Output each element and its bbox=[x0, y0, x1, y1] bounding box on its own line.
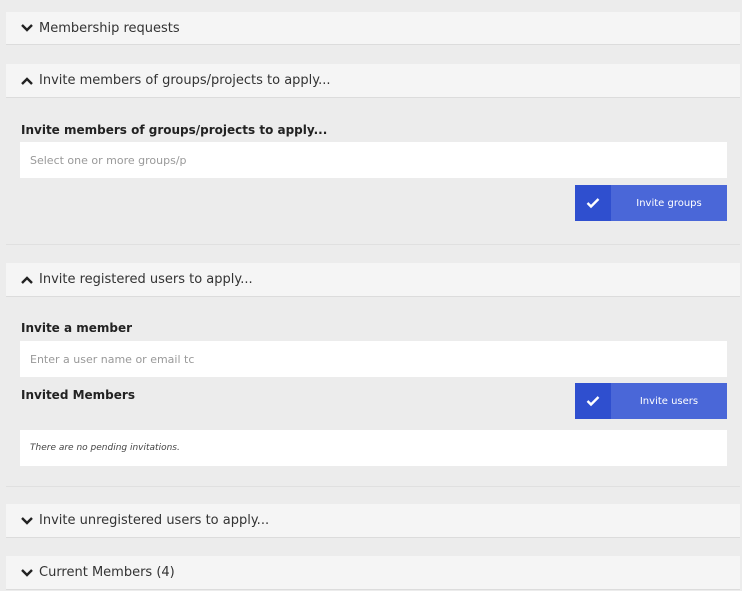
membership-requests-header[interactable]: Membership requests bbox=[6, 12, 740, 45]
groups-search-input[interactable] bbox=[20, 142, 727, 178]
chevron-down-icon bbox=[21, 24, 33, 32]
invite-groups-label: Invite members of groups/projects to app… bbox=[21, 123, 328, 137]
empty-state-text: There are no pending invitations. bbox=[30, 443, 180, 453]
pending-invitations-list: There are no pending invitations. bbox=[20, 430, 727, 466]
section-title: Invite members of groups/projects to app… bbox=[39, 73, 331, 88]
chevron-down-icon bbox=[21, 568, 33, 577]
section-title: Membership requests bbox=[39, 20, 180, 36]
invite-groups-header[interactable]: Invite members of groups/projects to app… bbox=[6, 64, 740, 98]
chevron-up-icon bbox=[21, 275, 33, 284]
user-search-input[interactable] bbox=[20, 341, 727, 377]
invite-registered-body: Invite a member Invited Members Invite u… bbox=[6, 297, 740, 487]
invite-groups-button-label: Invite groups bbox=[636, 197, 702, 209]
checkmark-icon bbox=[575, 185, 611, 221]
chevron-down-icon bbox=[21, 516, 33, 525]
invite-groups-body: Invite members of groups/projects to app… bbox=[6, 98, 740, 245]
section-title: Current Members (4) bbox=[39, 565, 175, 580]
section-title: Invite registered users to apply... bbox=[39, 272, 253, 287]
invite-unregistered-header[interactable]: Invite unregistered users to apply... bbox=[6, 504, 740, 538]
invite-member-label: Invite a member bbox=[21, 321, 133, 335]
checkmark-icon bbox=[575, 383, 611, 419]
invited-members-label: Invited Members bbox=[21, 388, 135, 402]
invite-groups-button[interactable]: Invite groups bbox=[575, 185, 727, 221]
invite-registered-header[interactable]: Invite registered users to apply... bbox=[6, 263, 740, 297]
current-members-header[interactable]: Current Members (4) bbox=[6, 556, 740, 590]
invite-users-button[interactable]: Invite users bbox=[575, 383, 727, 419]
chevron-up-icon bbox=[21, 76, 33, 85]
invite-users-button-label: Invite users bbox=[639, 395, 699, 407]
section-title: Invite unregistered users to apply... bbox=[39, 513, 270, 528]
